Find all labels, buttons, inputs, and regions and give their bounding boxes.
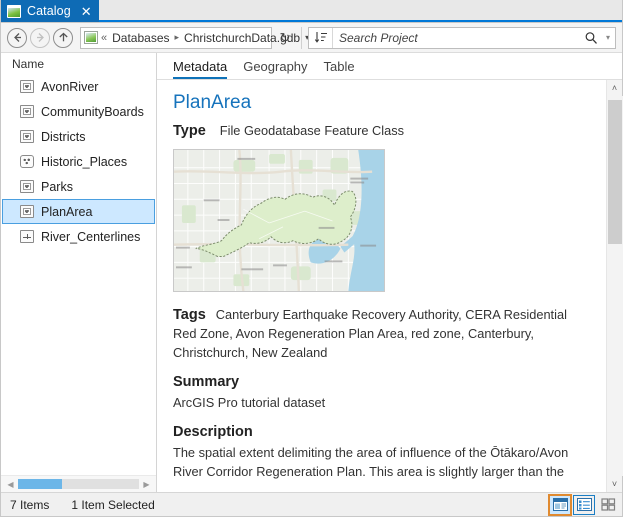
catalog-tree-pane: Name AvonRiver CommunityBoards Districts… <box>1 53 157 492</box>
item-count-label: 7 Items <box>10 497 50 512</box>
type-value: File Geodatabase Feature Class <box>219 123 405 138</box>
tab-table[interactable]: Table <box>324 59 355 79</box>
metadata-tab-strip: Metadata Geography Table <box>157 53 622 80</box>
main-body: Name AvonRiver CommunityBoards Districts… <box>1 53 623 492</box>
summary-label: Summary <box>173 374 240 391</box>
tab-metadata[interactable]: Metadata <box>173 59 228 79</box>
summary-section: Summary ArcGIS Pro tutorial dataset <box>173 374 592 413</box>
tree-item-label: AvonRiver <box>41 79 99 94</box>
search-input[interactable] <box>333 30 581 45</box>
back-arrow-icon[interactable] <box>7 27 27 48</box>
type-row: Type File Geodatabase Feature Class <box>173 123 592 139</box>
breadcrumb-segment-databases[interactable]: Databases <box>110 31 171 45</box>
scroll-down-icon[interactable]: ˅ <box>607 476 623 492</box>
search-box[interactable]: ▾ <box>308 26 616 49</box>
map-thumbnail <box>173 149 385 292</box>
tab-catalog[interactable]: Catalog ✕ <box>1 0 99 22</box>
tags-paragraph: Tags Canterbury Earthquake Recovery Autho… <box>173 305 592 362</box>
scroll-right-icon[interactable]: ▶ <box>140 480 153 489</box>
tree-item-label: Parks <box>41 179 73 194</box>
scroll-up-icon[interactable]: ˄ <box>607 80 623 96</box>
breadcrumb-overflow-icon[interactable]: « <box>100 32 110 44</box>
catalog-window: Catalog ✕ « Databases ▸ ChristchurchData… <box>0 0 623 517</box>
tree-item-label: PlanArea <box>41 204 93 219</box>
hscroll-track[interactable] <box>18 479 139 489</box>
point-feature-class-icon <box>20 155 34 168</box>
address-bar[interactable]: « Databases ▸ ChristchurchData.gdb ▾ <box>80 26 309 49</box>
tree-item-communityboards[interactable]: CommunityBoards <box>2 99 155 124</box>
selection-count-label: 1 Item Selected <box>71 497 155 512</box>
navigation-bar: « Databases ▸ ChristchurchData.gdb ▾ ↻ ▾ <box>1 23 622 53</box>
tags-label: Tags <box>173 306 206 323</box>
tags-section: Tags Canterbury Earthquake Recovery Autho… <box>173 305 592 362</box>
metadata-content: PlanArea Type File Geodatabase Feature C… <box>157 80 606 492</box>
breadcrumb-separator-icon[interactable]: ▸ <box>172 32 183 43</box>
forward-arrow-icon[interactable] <box>30 27 50 48</box>
status-bar: 7 Items 1 Item Selected <box>1 492 622 516</box>
polygon-feature-class-icon <box>20 205 34 218</box>
tree-item-label: Districts <box>41 129 86 144</box>
tree-item-planarea[interactable]: PlanArea <box>2 199 155 224</box>
vscroll-thumb[interactable] <box>607 100 622 245</box>
metadata-scroll-row: PlanArea Type File Geodatabase Feature C… <box>157 80 623 492</box>
search-dropdown-icon[interactable]: ▾ <box>601 33 615 42</box>
tree-item-parks[interactable]: Parks <box>2 174 155 199</box>
up-arrow-icon[interactable] <box>53 27 73 48</box>
refresh-icon[interactable]: ↻ <box>275 27 295 49</box>
description-value: The spatial extent delimiting the area o… <box>173 445 569 479</box>
polygon-feature-class-icon <box>20 105 34 118</box>
scroll-left-icon[interactable]: ◀ <box>4 480 17 489</box>
catalog-icon <box>7 4 21 18</box>
polygon-feature-class-icon <box>20 180 34 193</box>
polygon-feature-class-icon <box>20 130 34 143</box>
window-tab-bar: Catalog ✕ <box>1 0 622 23</box>
toolbar-divider <box>301 26 302 49</box>
vscroll-track[interactable] <box>606 96 623 476</box>
close-icon[interactable]: ✕ <box>81 5 92 18</box>
page-title: PlanArea <box>173 92 252 113</box>
summary-value: ArcGIS Pro tutorial dataset <box>173 395 326 411</box>
list-view-button[interactable] <box>573 494 595 515</box>
polygon-feature-class-icon <box>20 80 34 93</box>
tree-item-river-centerlines[interactable]: River_Centerlines <box>2 224 155 249</box>
tab-bar-empty-area <box>98 0 622 22</box>
metadata-vertical-scrollbar[interactable]: ˄ ˅ <box>606 80 623 492</box>
tab-catalog-label: Catalog <box>27 4 71 18</box>
details-view-button[interactable] <box>548 493 572 516</box>
tree-horizontal-scrollbar[interactable]: ◀ ▶ <box>1 475 156 492</box>
view-mode-buttons <box>548 493 619 516</box>
tree-item-label: River_Centerlines <box>41 229 141 244</box>
sort-descending-icon[interactable] <box>309 27 333 48</box>
tree-item-label: Historic_Places <box>41 154 128 169</box>
metadata-pane: Metadata Geography Table PlanArea Type F… <box>157 53 623 492</box>
line-feature-class-icon <box>20 230 34 243</box>
catalog-tree-list: AvonRiver CommunityBoards Districts Hist… <box>1 74 156 475</box>
tree-item-label: CommunityBoards <box>41 104 144 119</box>
tab-geography[interactable]: Geography <box>243 59 307 79</box>
geodatabase-icon <box>84 31 98 44</box>
tree-item-historic-places[interactable]: Historic_Places <box>2 149 155 174</box>
magnifier-icon[interactable] <box>581 31 601 45</box>
description-section: Description The spatial extent delimitin… <box>173 424 592 481</box>
tree-column-header: Name <box>1 53 156 74</box>
tiles-view-button[interactable] <box>597 495 619 515</box>
tree-item-districts[interactable]: Districts <box>2 124 155 149</box>
tags-value: Canterbury Earthquake Recovery Authority… <box>173 306 567 360</box>
type-label: Type <box>173 123 206 139</box>
description-label: Description <box>173 424 253 441</box>
tree-item-avonriver[interactable]: AvonRiver <box>2 74 155 99</box>
hscroll-thumb[interactable] <box>18 479 62 489</box>
